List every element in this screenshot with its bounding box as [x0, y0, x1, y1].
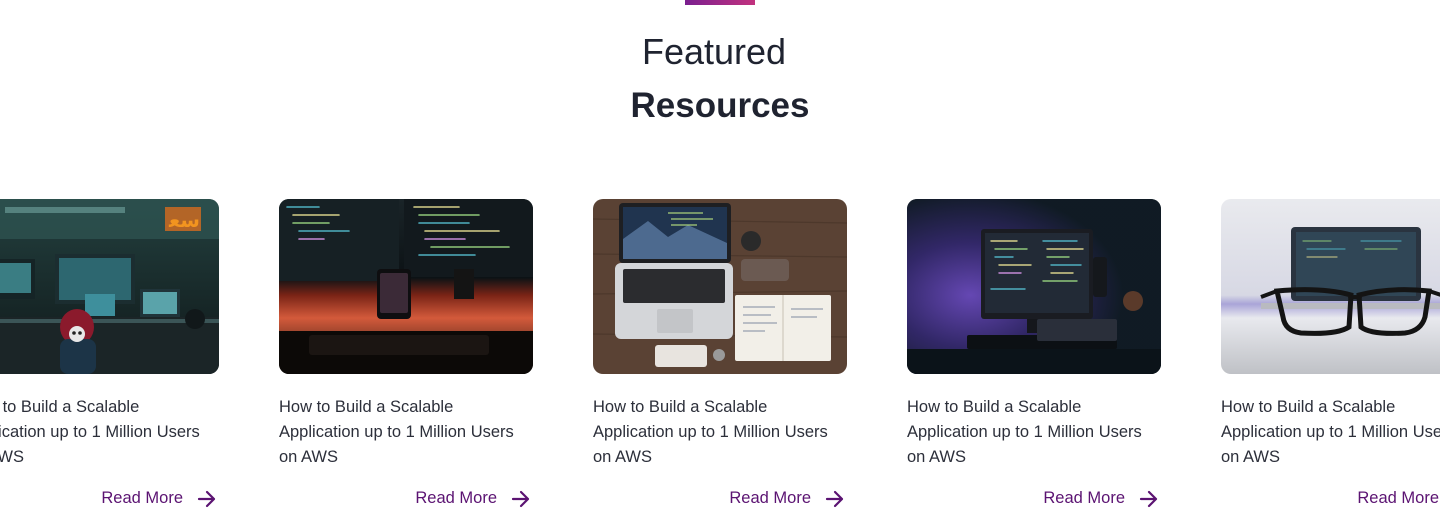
glasses-laptop-photo: [1221, 199, 1440, 374]
resource-image[interactable]: [279, 199, 533, 374]
laptop-desk-notebook-photo: [593, 199, 847, 374]
resource-title: How to Build a Scalable Application up t…: [1221, 398, 1440, 466]
read-more-link[interactable]: Read More: [101, 489, 217, 508]
resource-image[interactable]: [593, 199, 847, 374]
resource-title: How to Build a Scalable Application up t…: [0, 398, 200, 466]
section-title-line2: Resources: [630, 86, 810, 125]
hacker-office-photo: ﺳﻌ: [0, 199, 219, 374]
read-more-label: Read More: [101, 489, 183, 507]
resource-card[interactable]: How to Build a Scalable Application up t…: [279, 199, 533, 507]
arrow-right-icon: [511, 490, 530, 507]
read-more-label: Read More: [1357, 489, 1439, 507]
code-monitors-red-light-photo: [279, 199, 533, 374]
resource-card[interactable]: ﺳﻌ to Build a Scalable cation up to 1 Mi…: [0, 199, 219, 507]
resource-card[interactable]: How to Build a Scalable Application up t…: [907, 199, 1161, 507]
arrow-right-icon: [1139, 490, 1158, 507]
accent-bar: [685, 0, 755, 5]
read-more-link[interactable]: Read More: [415, 489, 531, 508]
read-more-link[interactable]: Read More: [1357, 489, 1440, 508]
resource-image[interactable]: ﺳﻌ: [0, 199, 219, 374]
arrow-right-icon: [197, 490, 216, 507]
resource-card[interactable]: How to Build a Scalable Application up t…: [1221, 199, 1440, 507]
carousel-track: ﺳﻌ to Build a Scalable cation up to 1 Mi…: [0, 199, 1440, 507]
resource-card[interactable]: How to Build a Scalable Application up t…: [593, 199, 847, 507]
resource-title: How to Build a Scalable Application up t…: [279, 398, 514, 466]
read-more-link[interactable]: Read More: [729, 489, 845, 508]
read-more-label: Read More: [1043, 489, 1125, 507]
read-more-label: Read More: [729, 489, 811, 507]
svg-text:ﺳﻌ: ﺳﻌ: [168, 208, 200, 232]
read-more-label: Read More: [415, 489, 497, 507]
resource-title: How to Build a Scalable Application up t…: [907, 398, 1142, 466]
resource-title: How to Build a Scalable Application up t…: [593, 398, 828, 466]
read-more-link[interactable]: Read More: [1043, 489, 1159, 508]
resource-image[interactable]: [907, 199, 1161, 374]
arrow-right-icon: [825, 490, 844, 507]
featured-resources-section: Featured Resources ﺳﻌ to Build a Scalabl…: [0, 0, 1440, 514]
resources-carousel[interactable]: ﺳﻌ to Build a Scalable cation up to 1 Mi…: [0, 199, 1440, 514]
section-heading: Featured Resources: [0, 28, 1440, 131]
section-title-line1: Featured: [641, 31, 787, 72]
monitor-purple-light-photo: [907, 199, 1161, 374]
resource-image[interactable]: [1221, 199, 1440, 374]
